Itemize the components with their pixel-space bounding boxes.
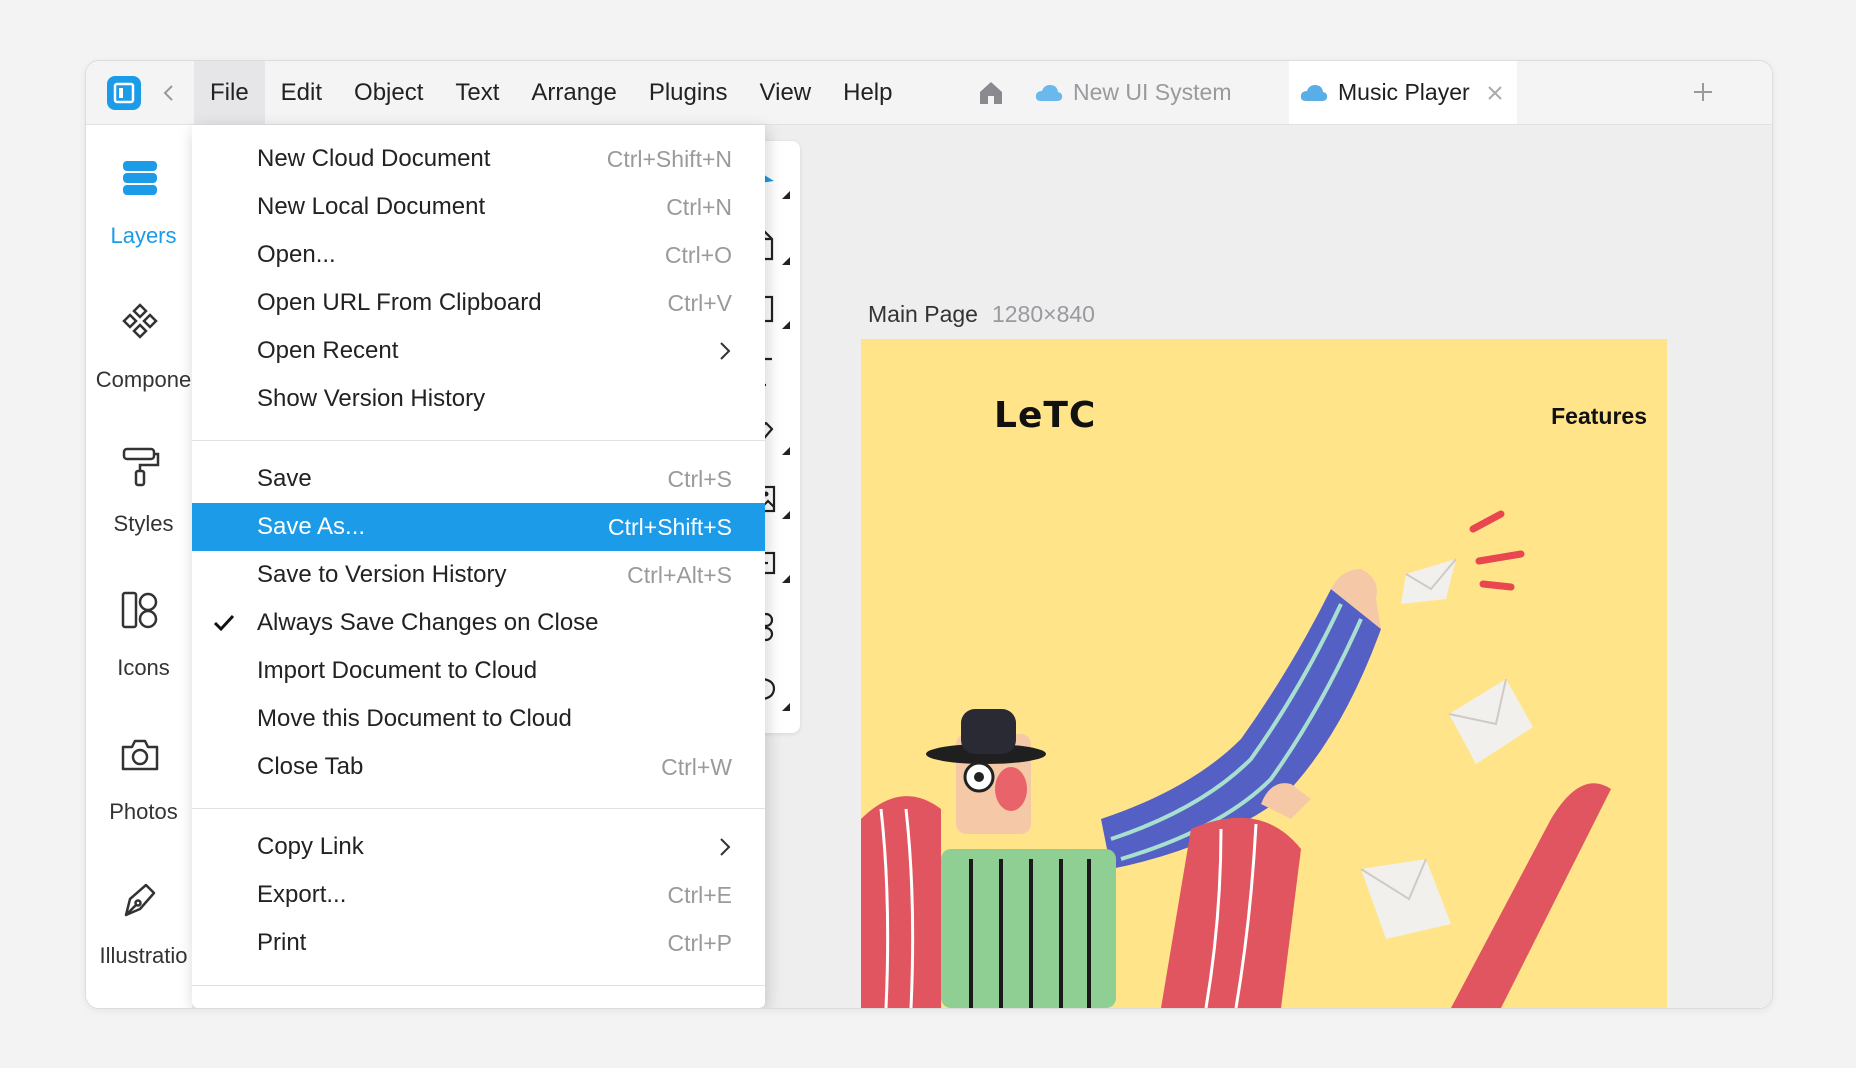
artboard-logo: LeTC	[994, 395, 1097, 436]
sidebar-item-label: Layers	[110, 223, 177, 248]
menu-divider	[192, 985, 765, 986]
menu-item-label: Save As...	[257, 513, 366, 540]
sidebar-item-label: Illustratio	[99, 943, 188, 968]
components-icon	[122, 303, 158, 339]
icons-icon	[121, 591, 158, 629]
cloud-icon	[1035, 84, 1063, 101]
menu-item-shortcut: Ctrl+E	[667, 881, 732, 908]
sidebar-item-label: Photos	[109, 799, 178, 824]
menu-item-import-document-to-cloud[interactable]: Import Document to Cloud	[192, 647, 765, 695]
menu-item-close-tab[interactable]: Close Tab Ctrl+W	[192, 743, 765, 791]
frame-size: 1280×840	[991, 301, 1095, 327]
menu-item-label: Save to Version History	[257, 561, 507, 588]
menu-object[interactable]: Object	[338, 61, 439, 124]
menu-item-print[interactable]: Print Ctrl+P	[192, 919, 765, 967]
menu-item-shortcut: Ctrl+Alt+S	[627, 561, 732, 588]
paint-roller-icon	[122, 447, 160, 487]
frame-title[interactable]: Main Page 1280×840	[868, 301, 1095, 328]
menu-item-label: Close Tab	[257, 753, 364, 780]
menu-item-label: Move this Document to Cloud	[257, 705, 572, 732]
menu-item-label: New Cloud Document	[257, 145, 491, 172]
menu-item-shortcut: Ctrl+W	[661, 753, 732, 780]
menu-item-shortcut: Ctrl+Shift+S	[608, 513, 732, 540]
checkmark-icon	[213, 614, 235, 632]
menu-divider	[192, 440, 765, 441]
file-menu-dropdown: New Cloud Document Ctrl+Shift+N New Loca…	[192, 125, 765, 1008]
home-icon[interactable]	[976, 78, 1006, 108]
menu-item-save-as[interactable]: Save As... Ctrl+Shift+S	[192, 503, 765, 551]
close-icon[interactable]	[1486, 84, 1504, 102]
menu-item-label: Print	[257, 929, 307, 956]
menu-help[interactable]: Help	[827, 61, 908, 124]
menu-item-new-cloud-document[interactable]: New Cloud Document Ctrl+Shift+N	[192, 135, 765, 183]
menu-item-label: Import Document to Cloud	[257, 657, 538, 684]
menu-item-shortcut: Ctrl+S	[667, 465, 732, 492]
cloud-icon	[1300, 84, 1328, 101]
sidebar-item-icons[interactable]: Icons	[86, 589, 192, 709]
menu-item-shortcut: Ctrl+P	[667, 929, 732, 956]
menu-item-copy-link[interactable]: Copy Link	[192, 823, 765, 871]
top-bar: File Edit Object Text Arrange Plugins Vi…	[86, 61, 1772, 125]
chevron-right-icon	[720, 838, 731, 856]
tab-label: New UI System	[1073, 79, 1232, 105]
app-window: File Edit Object Text Arrange Plugins Vi…	[85, 60, 1773, 1009]
menu-item-open[interactable]: Open... Ctrl+O	[192, 231, 765, 279]
menu-item-label: Always Save Changes on Close	[257, 609, 599, 636]
illustration-image	[861, 510, 1611, 1008]
pen-nib-icon	[124, 883, 156, 917]
layers-icon	[123, 161, 157, 195]
app-logo-icon[interactable]	[107, 76, 141, 110]
menu-item-move-document-to-cloud[interactable]: Move this Document to Cloud	[192, 695, 765, 743]
menu-item-label: Copy Link	[257, 833, 364, 860]
sidebar-item-components[interactable]: Compone	[86, 301, 192, 421]
sidebar-item-illustrations[interactable]: Illustratio	[86, 877, 192, 997]
menu-item-label: Open URL From Clipboard	[257, 289, 542, 316]
add-tab-icon[interactable]	[1691, 80, 1715, 104]
menu-item-show-version-history[interactable]: Show Version History	[192, 375, 765, 423]
menu-item-open-url-from-clipboard[interactable]: Open URL From Clipboard Ctrl+V	[192, 279, 765, 327]
menu-item-open-recent[interactable]: Open Recent	[192, 327, 765, 375]
camera-icon	[121, 739, 159, 771]
sidebar-item-label: Icons	[117, 655, 170, 680]
menu-item-label: Open...	[257, 241, 336, 268]
menu-file[interactable]: File	[194, 61, 265, 124]
menu-item-new-local-document[interactable]: New Local Document Ctrl+N	[192, 183, 765, 231]
menu-item-shortcut: Ctrl+Shift+N	[606, 145, 732, 172]
menu-item-label: Save	[257, 465, 312, 492]
menu-plugins[interactable]: Plugins	[633, 61, 744, 124]
sidebar-item-label: Styles	[113, 511, 174, 536]
sidebar-item-label: Compone	[95, 367, 192, 392]
menu-item-shortcut: Ctrl+O	[664, 241, 732, 268]
tab-new-ui-system[interactable]: New UI System	[1034, 61, 1231, 124]
menu-item-export[interactable]: Export... Ctrl+E	[192, 871, 765, 919]
menu-edit[interactable]: Edit	[265, 61, 338, 124]
sidebar-item-layers[interactable]: Layers	[86, 157, 192, 277]
menu-item-shortcut: Ctrl+V	[667, 289, 732, 316]
menu-view[interactable]: View	[744, 61, 828, 124]
chevron-right-icon	[720, 342, 731, 360]
artboard-nav-features: Features	[1551, 403, 1647, 429]
tab-label: Music Player	[1338, 79, 1470, 105]
menu-text[interactable]: Text	[439, 61, 515, 124]
menu-item-label: Open Recent	[257, 337, 399, 364]
sidebar-item-styles[interactable]: Styles	[86, 445, 192, 565]
menu-item-save-to-version-history[interactable]: Save to Version History Ctrl+Alt+S	[192, 551, 765, 599]
back-chevron-icon[interactable]	[158, 81, 180, 105]
menu-arrange[interactable]: Arrange	[515, 61, 632, 124]
menu-item-label: Export...	[257, 881, 347, 908]
artboard[interactable]: LeTC Features	[861, 339, 1667, 1008]
frame-name: Main Page	[868, 301, 978, 327]
menu-item-shortcut: Ctrl+N	[666, 193, 732, 220]
menu-item-always-save-changes[interactable]: Always Save Changes on Close	[192, 599, 765, 647]
menu-item-save[interactable]: Save Ctrl+S	[192, 455, 765, 503]
menu-divider	[192, 808, 765, 809]
menu-bar: File Edit Object Text Arrange Plugins Vi…	[194, 61, 908, 124]
menu-item-label: Show Version History	[257, 385, 486, 412]
left-sidebar: Layers Compone Styles Icons Photos Illus…	[86, 125, 193, 1008]
tab-music-player[interactable]: Music Player	[1289, 61, 1517, 124]
menu-item-label: New Local Document	[257, 193, 486, 220]
sidebar-item-photos[interactable]: Photos	[86, 733, 192, 853]
